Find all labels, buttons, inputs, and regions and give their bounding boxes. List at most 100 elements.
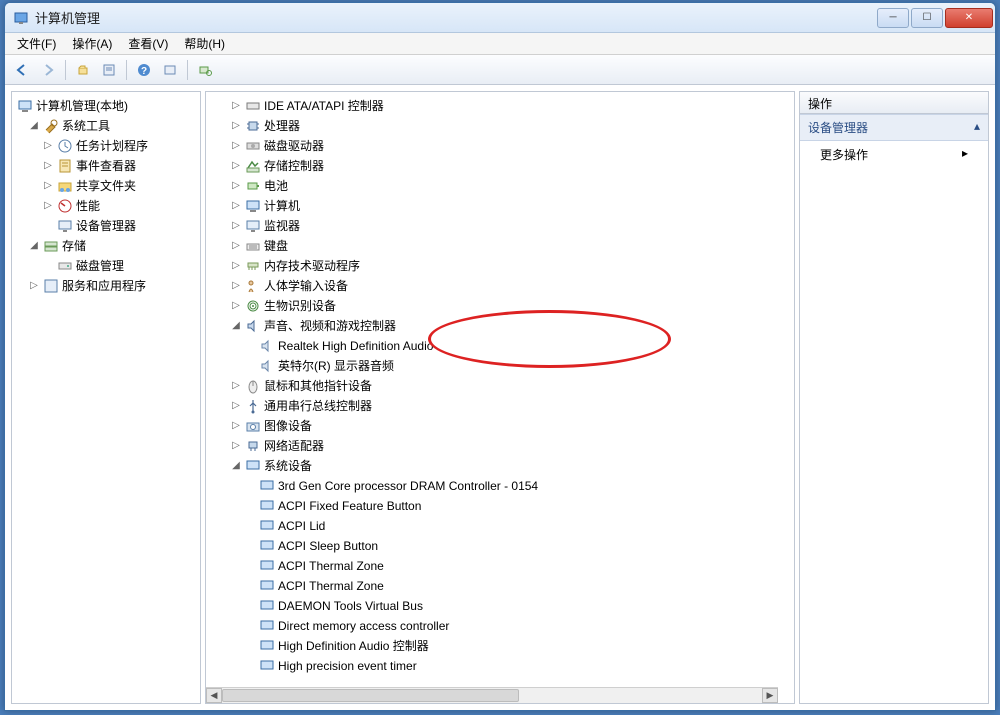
tree-services-apps[interactable]: ▷ 服务和应用程序 <box>14 276 198 296</box>
speaker-icon <box>259 338 275 354</box>
battery-icon <box>245 178 261 194</box>
tree-root[interactable]: 计算机管理(本地) <box>14 96 198 116</box>
device-battery[interactable]: ▷电池 <box>216 176 794 196</box>
scroll-track[interactable] <box>222 688 762 703</box>
device-biometric[interactable]: ▷生物识别设备 <box>216 296 794 316</box>
content-area: 计算机管理(本地) ◢ 系统工具 ▷ 任务计划程序 ▷ 事件查看器 <box>5 85 995 710</box>
device-keyboard[interactable]: ▷键盘 <box>216 236 794 256</box>
chip-icon <box>259 618 275 634</box>
tree-system-tools[interactable]: ◢ 系统工具 <box>14 116 198 136</box>
tree-event-viewer[interactable]: ▷ 事件查看器 <box>14 156 198 176</box>
tree-shared-folders[interactable]: ▷ 共享文件夹 <box>14 176 198 196</box>
device-sd-hdaudio[interactable]: ·High Definition Audio 控制器 <box>216 636 794 656</box>
device-mouse[interactable]: ▷鼠标和其他指针设备 <box>216 376 794 396</box>
device-sd-fixed[interactable]: ·ACPI Fixed Feature Button <box>216 496 794 516</box>
app-window: 计算机管理 ─ ☐ ✕ 文件(F) 操作(A) 查看(V) 帮助(H) ? <box>4 2 996 711</box>
biometric-icon <box>245 298 261 314</box>
device-sound-intel[interactable]: ·英特尔(R) 显示器音频 <box>216 356 794 376</box>
minimize-button[interactable]: ─ <box>877 8 909 28</box>
collapse-icon[interactable]: ◢ <box>28 236 40 256</box>
chip-icon <box>259 518 275 534</box>
tree-performance[interactable]: ▷ 性能 <box>14 196 198 216</box>
expand-icon[interactable]: ▷ <box>42 176 54 196</box>
submenu-arrow-icon: ▸ <box>962 146 968 163</box>
tree-storage[interactable]: ◢ 存储 <box>14 236 198 256</box>
device-imaging[interactable]: ▷图像设备 <box>216 416 794 436</box>
keyboard-icon <box>245 238 261 254</box>
expand-icon[interactable]: ▷ <box>28 276 40 296</box>
device-network[interactable]: ▷网络适配器 <box>216 436 794 456</box>
titlebar: 计算机管理 ─ ☐ ✕ <box>5 3 995 33</box>
back-button[interactable] <box>11 59 33 81</box>
device-sd-sleep[interactable]: ·ACPI Sleep Button <box>216 536 794 556</box>
toolbar: ? <box>5 55 995 85</box>
monitor-icon <box>245 218 261 234</box>
tree-disk-management[interactable]: ▷ 磁盘管理 <box>14 256 198 276</box>
expand-icon[interactable]: ▷ <box>42 136 54 156</box>
actions-more[interactable]: 更多操作 ▸ <box>800 141 988 168</box>
menu-action[interactable]: 操作(A) <box>64 33 120 54</box>
menu-help[interactable]: 帮助(H) <box>176 33 233 54</box>
device-computer[interactable]: ▷计算机 <box>216 196 794 216</box>
device-disk-drives[interactable]: ▷磁盘驱动器 <box>216 136 794 156</box>
device-sd-dma[interactable]: ·Direct memory access controller <box>216 616 794 636</box>
device-storage-ctrl[interactable]: ▷存储控制器 <box>216 156 794 176</box>
device-memtech[interactable]: ▷内存技术驱动程序 <box>216 256 794 276</box>
hid-icon <box>245 278 261 294</box>
scroll-right-button[interactable]: ▶ <box>762 688 778 703</box>
chip-icon <box>259 578 275 594</box>
scroll-thumb[interactable] <box>222 689 519 702</box>
toolbar-separator <box>187 60 188 80</box>
ide-icon <box>245 98 261 114</box>
camera-icon <box>245 418 261 434</box>
properties-button[interactable] <box>98 59 120 81</box>
speaker-icon <box>259 358 275 374</box>
toolbar-separator <box>65 60 66 80</box>
collapse-icon[interactable]: ◢ <box>28 116 40 136</box>
scan-button[interactable] <box>194 59 216 81</box>
menu-file[interactable]: 文件(F) <box>9 33 64 54</box>
device-system[interactable]: ◢系统设备 <box>216 456 794 476</box>
performance-icon <box>57 198 73 214</box>
device-ide[interactable]: ▷IDE ATA/ATAPI 控制器 <box>216 96 794 116</box>
expand-icon[interactable]: ▷ <box>42 156 54 176</box>
device-usb[interactable]: ▷通用串行总线控制器 <box>216 396 794 416</box>
device-sound-realtek[interactable]: ·Realtek High Definition Audio <box>216 336 794 356</box>
collapse-arrow-icon: ▴ <box>974 119 980 136</box>
menubar: 文件(F) 操作(A) 查看(V) 帮助(H) <box>5 33 995 55</box>
device-sd-dram[interactable]: ·3rd Gen Core processor DRAM Controller … <box>216 476 794 496</box>
menu-view[interactable]: 查看(V) <box>120 33 176 54</box>
app-icon <box>13 10 29 26</box>
device-sd-daemon[interactable]: ·DAEMON Tools Virtual Bus <box>216 596 794 616</box>
mouse-icon <box>245 378 261 394</box>
forward-button[interactable] <box>37 59 59 81</box>
expand-icon[interactable]: ▷ <box>42 196 54 216</box>
svg-text:?: ? <box>141 66 147 77</box>
storage-ctrl-icon <box>245 158 261 174</box>
maximize-button[interactable]: ☐ <box>911 8 943 28</box>
computer-icon <box>245 198 261 214</box>
device-sd-tz2[interactable]: ·ACPI Thermal Zone <box>216 576 794 596</box>
disk-drive-icon <box>245 138 261 154</box>
tree-device-manager[interactable]: ▷ 设备管理器 <box>14 216 198 236</box>
device-sd-hpet[interactable]: ·High precision event timer <box>216 656 794 676</box>
device-hid[interactable]: ▷人体学输入设备 <box>216 276 794 296</box>
tree-task-scheduler[interactable]: ▷ 任务计划程序 <box>14 136 198 156</box>
actions-section[interactable]: 设备管理器 ▴ <box>800 114 988 141</box>
folder-share-icon <box>57 178 73 194</box>
device-cpu[interactable]: ▷处理器 <box>216 116 794 136</box>
tools-icon <box>43 118 59 134</box>
sound-icon <box>245 318 261 334</box>
up-button[interactable] <box>72 59 94 81</box>
horizontal-scrollbar[interactable]: ◀ ▶ <box>206 687 778 703</box>
scroll-left-button[interactable]: ◀ <box>206 688 222 703</box>
system-icon <box>245 458 261 474</box>
device-sd-tz1[interactable]: ·ACPI Thermal Zone <box>216 556 794 576</box>
close-button[interactable]: ✕ <box>945 8 993 28</box>
help-button[interactable]: ? <box>133 59 155 81</box>
refresh-button[interactable] <box>159 59 181 81</box>
device-monitor[interactable]: ▷监视器 <box>216 216 794 236</box>
device-sound[interactable]: ◢声音、视频和游戏控制器 <box>216 316 794 336</box>
device-sd-lid[interactable]: ·ACPI Lid <box>216 516 794 536</box>
device-mgr-icon <box>57 218 73 234</box>
